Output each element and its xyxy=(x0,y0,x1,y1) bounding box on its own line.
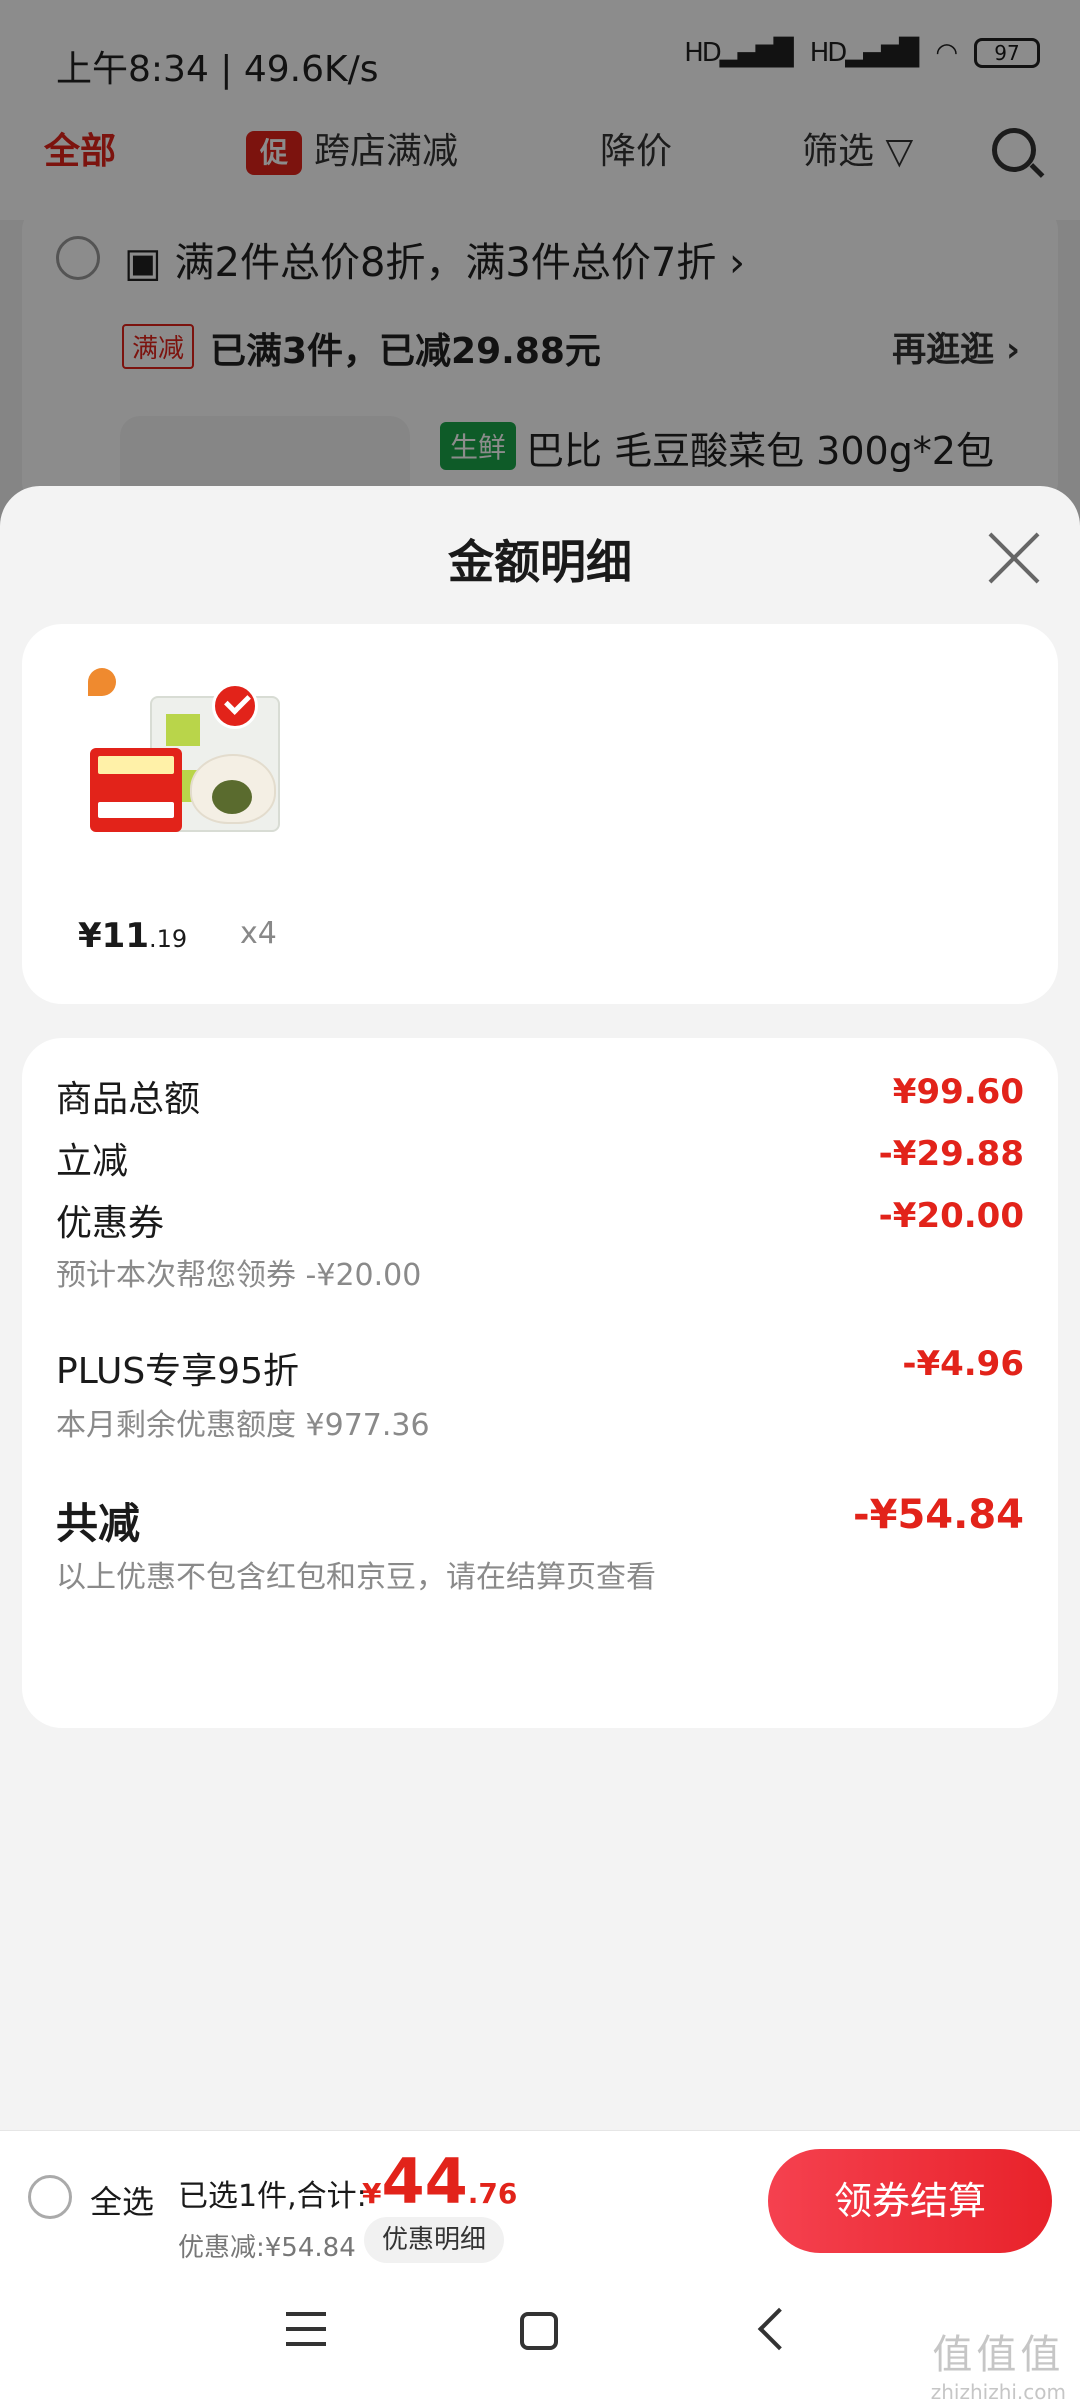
home-icon[interactable] xyxy=(520,2312,558,2350)
row-sub-plus: 本月剩余优惠额度 ¥977.36 xyxy=(56,1408,430,1443)
discount-detail-button[interactable]: 优惠明细 xyxy=(364,2217,505,2263)
sheet-title: 金额明细 xyxy=(448,535,632,589)
back-icon[interactable] xyxy=(757,2307,801,2351)
select-all-radio[interactable] xyxy=(28,2175,72,2219)
item-price-int: ¥11 xyxy=(78,916,149,956)
total-discount-note: 以上优惠不包含红包和京豆，请在结算页查看 xyxy=(56,1560,656,1595)
watermark: 值值值 zhizhizhi.com xyxy=(931,2322,1066,2400)
row-amount-coupon: -¥20.00 xyxy=(878,1196,1024,1236)
select-all-label[interactable]: 全选 xyxy=(90,2177,154,2223)
product-promo-box xyxy=(90,748,182,832)
item-price-dec: .19 xyxy=(148,925,188,953)
bun-image xyxy=(190,754,276,824)
total-discount-label: 共减 xyxy=(56,1499,141,1548)
checkout-button[interactable]: 领券结算 xyxy=(768,2149,1052,2253)
row-amount-plus: -¥4.96 xyxy=(902,1344,1024,1384)
total-int: 44 xyxy=(381,2145,468,2218)
watermark-url: zhizhizhi.com xyxy=(930,2380,1066,2400)
row-label-instant-discount: 立减 xyxy=(56,1141,129,1182)
total-price: ¥44.76 xyxy=(362,2145,517,2218)
product-image[interactable] xyxy=(80,668,310,868)
row-label-goods-total: 商品总额 xyxy=(56,1079,201,1120)
amount-detail-sheet: 金额明细 ¥11.19 x4 商品总额 ¥99.60 立减 -¥29.88 优惠… xyxy=(0,486,1080,2400)
row-sub-coupon: 预计本次帮您领券 -¥20.00 xyxy=(56,1258,422,1293)
total-currency: ¥ xyxy=(362,2177,382,2210)
menu-icon[interactable] xyxy=(286,2312,326,2348)
system-nav-bar xyxy=(0,2268,1080,2400)
close-icon[interactable] xyxy=(986,530,1042,586)
row-label-plus: PLUS专享95折 xyxy=(56,1351,299,1392)
watermark-logo: 值值值 xyxy=(932,2332,1065,2378)
total-discount-amount: -¥54.84 xyxy=(853,1492,1024,1538)
row-amount-goods-total: ¥99.60 xyxy=(892,1072,1024,1112)
total-dec: .76 xyxy=(467,2177,518,2210)
check-icon xyxy=(212,683,258,729)
row-label-coupon: 优惠券 xyxy=(56,1203,165,1244)
brand-logo xyxy=(88,668,116,696)
detail-card: 商品总额 ¥99.60 立减 -¥29.88 优惠券 -¥20.00 预计本次帮… xyxy=(22,1038,1058,1728)
item-price: ¥11.19 xyxy=(78,916,187,956)
selected-count: 已选1件,合计: xyxy=(178,2179,367,2214)
item-quantity: x4 xyxy=(240,916,277,951)
row-amount-instant-discount: -¥29.88 xyxy=(878,1134,1024,1174)
checkout-bar: 全选 已选1件,合计: ¥44.76 优惠减:¥54.84 优惠明细 领券结算 xyxy=(0,2130,1080,2268)
discount-summary: 优惠减:¥54.84 xyxy=(178,2233,356,2263)
